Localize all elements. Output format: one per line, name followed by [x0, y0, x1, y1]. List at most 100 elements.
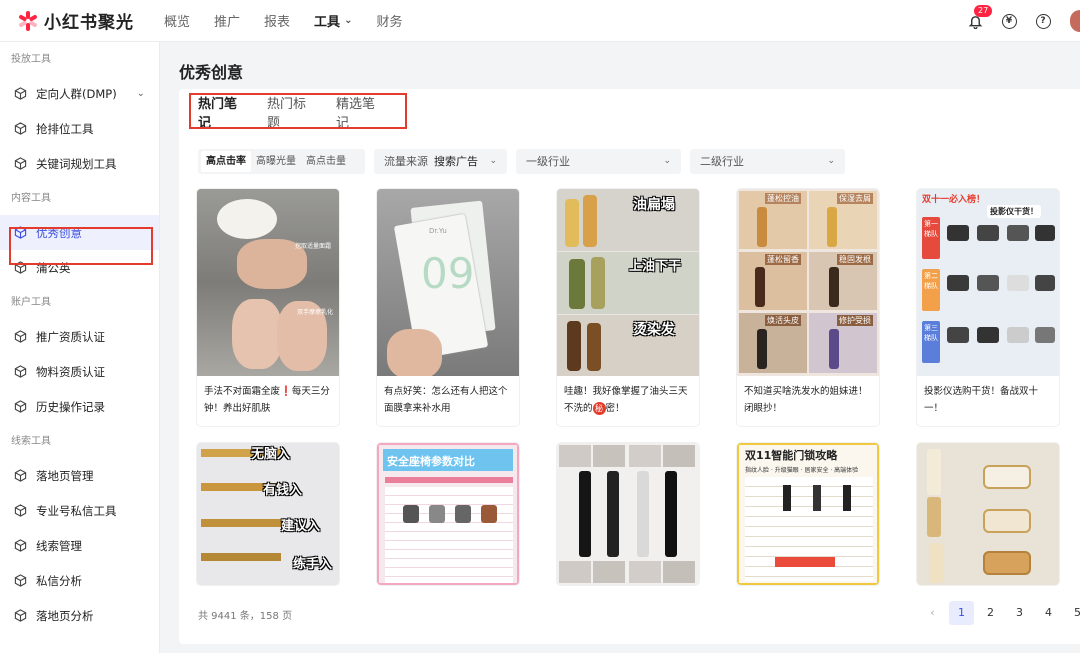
pagination-prev-button[interactable]: ‹ [920, 601, 945, 625]
tabs: 热门笔记 热门标题 精选笔记 [190, 95, 405, 128]
sidebar-item-landing-manage[interactable]: 落地页管理 [0, 458, 159, 493]
sort-high-ctr[interactable]: 高点击率 [201, 151, 251, 172]
avatar[interactable] [1070, 10, 1080, 32]
industry-level2-select[interactable]: 二级行业 ⌄ [690, 149, 845, 174]
chevron-down-icon: ⌄ [344, 15, 352, 26]
note-card[interactable]: Dr.Yu 09 有点好笑：怎么还有人把这个面膜拿来补水用 [377, 189, 519, 426]
thumb-text: 09 [421, 249, 474, 298]
sidebar-item-keyword-tool[interactable]: 关键词规划工具 [0, 146, 159, 181]
sidebar-item-leads[interactable]: 线索管理 [0, 528, 159, 563]
thumb-text: 练手入 [293, 553, 332, 572]
cube-icon [14, 469, 27, 482]
help-icon[interactable]: ? [1034, 12, 1052, 30]
pagination-page-4[interactable]: 4 [1036, 601, 1061, 625]
pagination-page-1[interactable]: 1 [949, 601, 974, 625]
thumb-text: 烫染发 [633, 319, 675, 339]
industry-level2-placeholder: 二级行业 [700, 153, 744, 169]
bell-icon[interactable]: 27 [966, 12, 984, 30]
sidebar-item-dm-tool[interactable]: 专业号私信工具 [0, 493, 159, 528]
cube-icon [14, 400, 27, 413]
note-card[interactable]: 双十一必入榜！ 投影仪干货！ 第一梯队 第二梯队 第三梯队 投影仪选购干货！备战… [917, 189, 1059, 426]
note-caption-text: 哇趣！我好像掌握了油头三天不洗的 [564, 386, 688, 414]
note-card[interactable] [917, 443, 1059, 585]
thumb-text: 油扁塌 [633, 194, 675, 214]
sort-high-clicks[interactable]: 高点击量 [301, 151, 351, 172]
thumb-text: Dr.Yu [429, 227, 447, 235]
sort-segmented-control: 高点击率 高曝光量 高点击量 [198, 149, 365, 174]
sidebar-item-label: 落地页管理 [36, 468, 94, 484]
note-card[interactable]: 双11智能门锁攻略 指纹人脸 · 升级猫眼 · 居家安全 · 高端体验 [737, 443, 879, 585]
note-card[interactable]: 蓬松控油 保湿去屑 蓬松留香 稳固发根 焕活头皮 修护受损 不知道买啥洗发水的姐… [737, 189, 879, 426]
sidebar-item-rank-tool[interactable]: 抢排位工具 [0, 111, 159, 146]
sidebar-item-history[interactable]: 历史操作记录 [0, 389, 159, 424]
nav-promotion[interactable]: 推广 [214, 11, 240, 30]
industry-level1-select[interactable]: 一级行业 ⌄ [516, 149, 681, 174]
note-thumbnail-projector: 双十一必入榜！ 投影仪干货！ 第一梯队 第二梯队 第三梯队 [917, 189, 1059, 376]
sidebar-group-title: 投放工具 [0, 42, 159, 76]
cube-icon [14, 87, 27, 100]
sidebar-item-material-qualification[interactable]: 物料资质认证 [0, 354, 159, 389]
tab-hot-notes[interactable]: 热门笔记 [198, 93, 248, 131]
note-card[interactable]: 安全座椅参数对比 [377, 443, 519, 585]
sidebar-group-title: 线索工具 [0, 424, 159, 458]
nav-reports[interactable]: 报表 [264, 11, 290, 30]
note-caption: 有点好笑：怎么还有人把这个面膜拿来补水用 [377, 376, 519, 426]
thumb-text: 第二梯队 [924, 271, 938, 291]
brand[interactable]: 小红书聚光 [0, 8, 160, 33]
sidebar-item-promo-qualification[interactable]: 推广资质认证 [0, 319, 159, 354]
note-thumbnail-mascara [557, 443, 699, 585]
nav-tools[interactable]: 工具 ⌄ [314, 11, 352, 30]
sidebar-item-label: 历史操作记录 [36, 399, 105, 415]
sidebar-item-dmp[interactable]: 定向人群(DMP) ⌄ [0, 76, 159, 111]
tab-hot-titles[interactable]: 热门标题 [267, 93, 317, 131]
notification-badge: 27 [974, 5, 992, 17]
thumb-text: 保湿去屑 [837, 193, 873, 204]
sidebar-item-label: 推广资质认证 [36, 329, 105, 345]
source-select-label: 流量来源 [384, 153, 428, 169]
pagination-page-5[interactable]: 5 [1065, 601, 1080, 625]
thumb-text: 双手摩擦乳化 [297, 307, 333, 316]
sidebar-item-label: 蒲公英 [36, 260, 71, 276]
filter-bar: 高点击率 高曝光量 高点击量 流量来源 搜索广告 ⌄ 一级行业 ⌄ 二级行业 ⌄ [198, 148, 845, 174]
note-card[interactable]: 无脑入 有钱入 建议入 练手入 [197, 443, 339, 585]
cube-icon [14, 330, 27, 343]
note-thumbnail-cream: 挖取适量面霜 双手摩擦乳化 [197, 189, 339, 376]
sidebar-item-label: 落地页分析 [36, 608, 94, 624]
sidebar-item-label: 物料资质认证 [36, 364, 105, 380]
sidebar-group-title: 内容工具 [0, 181, 159, 215]
yen-icon[interactable]: ¥ [1000, 12, 1018, 30]
cube-icon [14, 226, 27, 239]
thumb-text: 焕活头皮 [765, 315, 801, 326]
note-card[interactable]: 油扁塌 上油下干 烫染发 哇趣！我好像掌握了油头三天不洗的秘密！ [557, 189, 699, 426]
thumb-text: 挖取适量面霜 [295, 241, 331, 250]
pagination-page-3[interactable]: 3 [1007, 601, 1032, 625]
thumb-text: 上油下干 [629, 255, 681, 274]
note-caption: 不知道买啥洗发水的姐妹进！闭眼抄！ [737, 376, 879, 426]
thumb-text: 无脑入 [251, 443, 290, 462]
sidebar-item-creative[interactable]: 优秀创意 [0, 215, 159, 250]
thumb-text: 建议入 [281, 515, 320, 534]
nav-overview[interactable]: 概览 [164, 11, 190, 30]
sidebar-item-label: 私信分析 [36, 573, 82, 589]
top-bar: 小红书聚光 概览 推广 报表 工具 ⌄ 财务 27 ¥ ? [0, 0, 1080, 42]
sidebar-item-dm-analysis[interactable]: 私信分析 [0, 563, 159, 598]
cube-icon [14, 504, 27, 517]
note-thumbnail-shampoo: 油扁塌 上油下干 烫染发 [557, 189, 699, 376]
cube-icon [14, 122, 27, 135]
note-card[interactable]: 挖取适量面霜 双手摩擦乳化 手法不对面霜全废❗每天三分钟！养出好肌肤 [197, 189, 339, 426]
thumb-text: 双十一必入榜！ [922, 192, 985, 205]
sidebar-item-label: 专业号私信工具 [36, 503, 117, 519]
sort-high-impressions[interactable]: 高曝光量 [251, 151, 301, 172]
nav-finance[interactable]: 财务 [376, 11, 402, 30]
thumb-text: 有钱入 [263, 479, 302, 498]
note-thumbnail-haircare: 蓬松控油 保湿去屑 蓬松留香 稳固发根 焕活头皮 修护受损 [737, 189, 879, 376]
secret-badge: 秘 [593, 402, 606, 415]
tab-selected-notes[interactable]: 精选笔记 [336, 93, 386, 131]
source-select[interactable]: 流量来源 搜索广告 ⌄ [374, 149, 507, 174]
sidebar-item-pugongying[interactable]: 蒲公英 [0, 250, 159, 285]
note-card[interactable] [557, 443, 699, 585]
sidebar-item-landing-analysis[interactable]: 落地页分析 [0, 598, 159, 633]
thumb-text: 第三梯队 [924, 323, 938, 343]
sidebar: 投放工具 定向人群(DMP) ⌄ 抢排位工具 关键词规划工具 内容工具 优秀创意… [0, 42, 160, 653]
pagination-page-2[interactable]: 2 [978, 601, 1003, 625]
